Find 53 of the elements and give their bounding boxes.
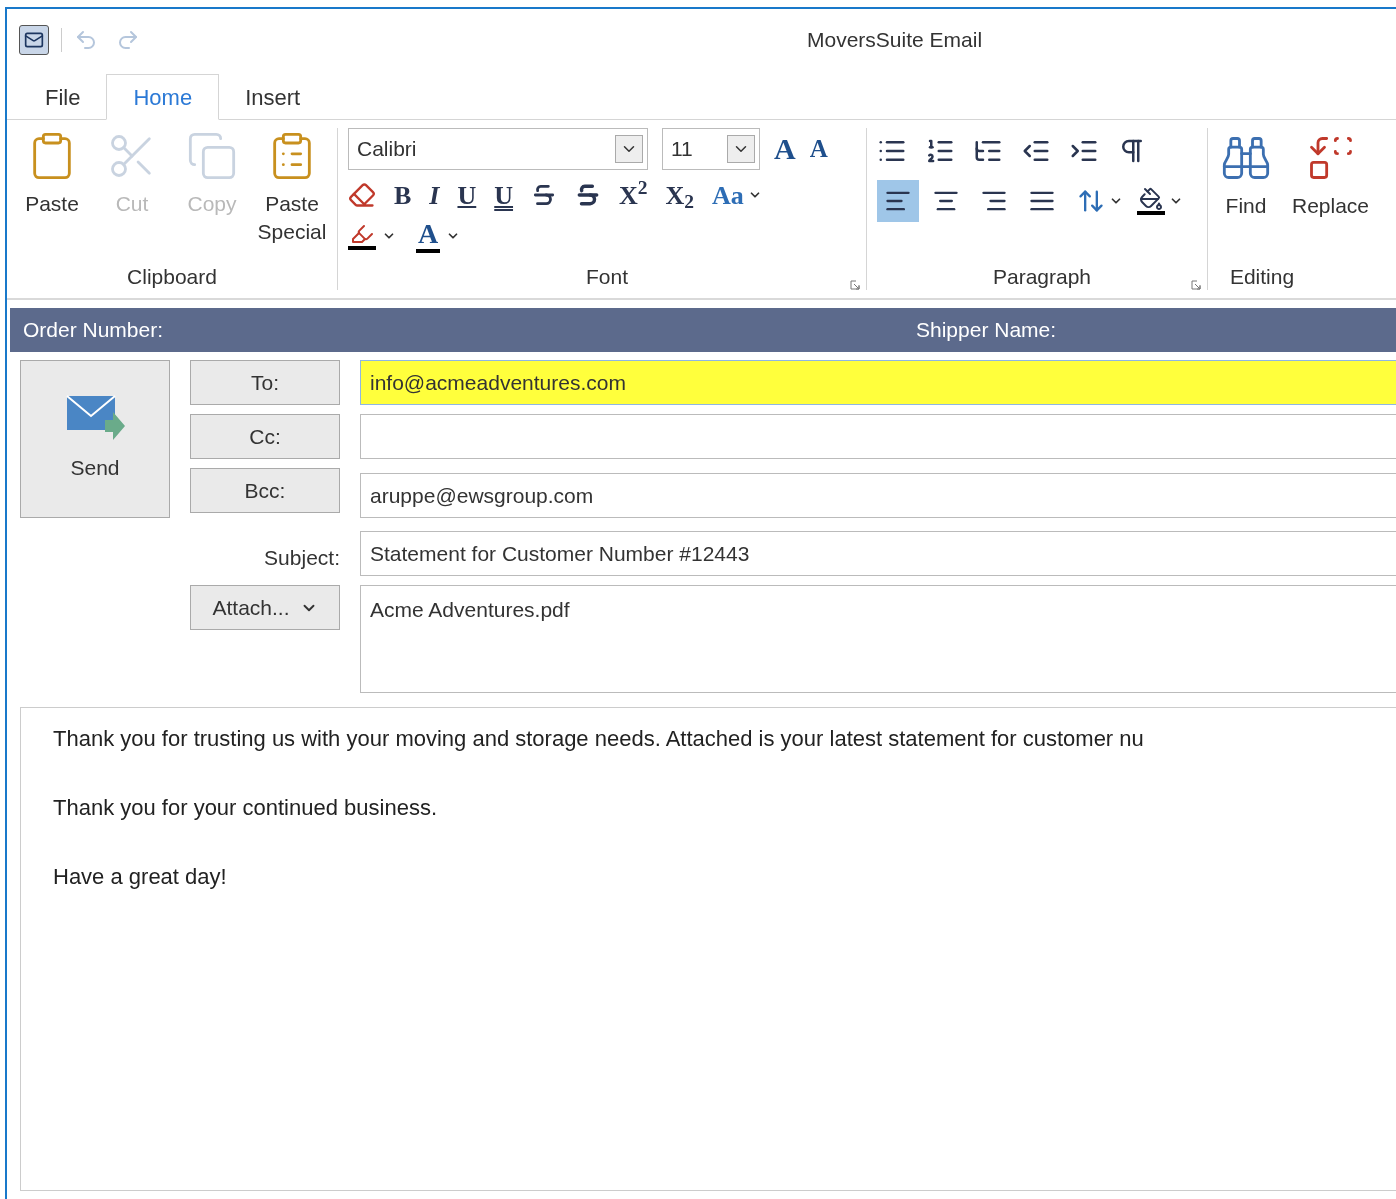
order-number-label: Order Number: [22, 317, 165, 344]
shipper-name-label: Shipper Name: [916, 317, 1057, 344]
group-label: Clipboard [126, 263, 218, 290]
chevron-down-icon [615, 134, 643, 163]
message-body[interactable]: Thank you for trusting us with your moving and storage needs. Attached is your latest statement for customer nu Thank you for your continued business. Have a great day! [20, 707, 1396, 1191]
font-size-dropdown[interactable]: 11 [662, 127, 760, 170]
format-button[interactable]: I [429, 175, 440, 215]
grow-font-button[interactable]: A [774, 126, 796, 171]
format-button[interactable]: U [494, 175, 514, 215]
group-label: Editing [1228, 263, 1296, 290]
send-button[interactable]: Send [20, 360, 170, 518]
input-field[interactable]: aruppe@ewsgroup.com [360, 473, 1396, 518]
ribbon-button[interactable]: Paste [15, 130, 89, 261]
mail-app-icon[interactable] [19, 24, 49, 55]
ribbon-button[interactable]: Paste Special [255, 130, 329, 261]
format-button[interactable]: X$_{2}$ [665, 175, 695, 215]
attach-dropdown-button[interactable]: Attach... [190, 585, 340, 630]
ribbon-button[interactable]: Replace [1292, 132, 1370, 220]
message-paragraph: Thank you for trusting us with your moving and storage needs. Attached is your latest statement for customer nu [53, 725, 1145, 753]
window-title: MoversSuite Email [807, 26, 983, 53]
format-button[interactable]: Aa [712, 175, 762, 215]
highlighter-icon [348, 222, 376, 250]
font-color-button[interactable]: A [416, 219, 461, 253]
recipient-button[interactable]: To: [190, 360, 340, 405]
input-field[interactable] [360, 414, 1396, 459]
eraser-icon[interactable] [348, 181, 376, 209]
format-button[interactable]: U [457, 175, 477, 215]
dialog-launcher-icon[interactable] [1191, 280, 1201, 290]
recipient-button[interactable]: Cc: [190, 414, 340, 459]
highlight-button[interactable] [348, 222, 396, 250]
input-field[interactable]: info@acmeadventures.com [360, 360, 1396, 405]
message-paragraph: Have a great day! [53, 863, 228, 891]
field-label: Subject: [263, 545, 340, 572]
ribbon-tab[interactable]: File [19, 74, 107, 120]
ribbon-tab[interactable]: Insert [219, 74, 327, 120]
ribbon-tab[interactable]: Home [106, 74, 220, 120]
ribbon-button[interactable]: Find [1220, 132, 1272, 220]
shading-button[interactable] [1137, 187, 1183, 215]
recipient-button[interactable]: Bcc: [190, 468, 340, 513]
paint-bucket-icon [1137, 187, 1165, 215]
font-name-dropdown[interactable]: Calibri [348, 127, 648, 170]
input-field[interactable]: Statement for Customer Number #12443 [360, 531, 1396, 576]
format-button[interactable]: B [394, 175, 412, 215]
align-button[interactable] [877, 180, 919, 222]
attachment-list[interactable]: Acme Adventures.pdf [360, 585, 1396, 693]
group-label: Paragraph [992, 263, 1092, 290]
chevron-down-icon [727, 134, 755, 163]
format-button[interactable]: X$^{2}$ [619, 175, 648, 215]
shrink-font-button[interactable]: A [809, 129, 828, 168]
dialog-launcher-icon[interactable] [850, 280, 860, 290]
group-label: Font [586, 263, 628, 290]
copy-icon [186, 130, 238, 182]
message-paragraph: Thank you for your continued business. [53, 794, 438, 822]
